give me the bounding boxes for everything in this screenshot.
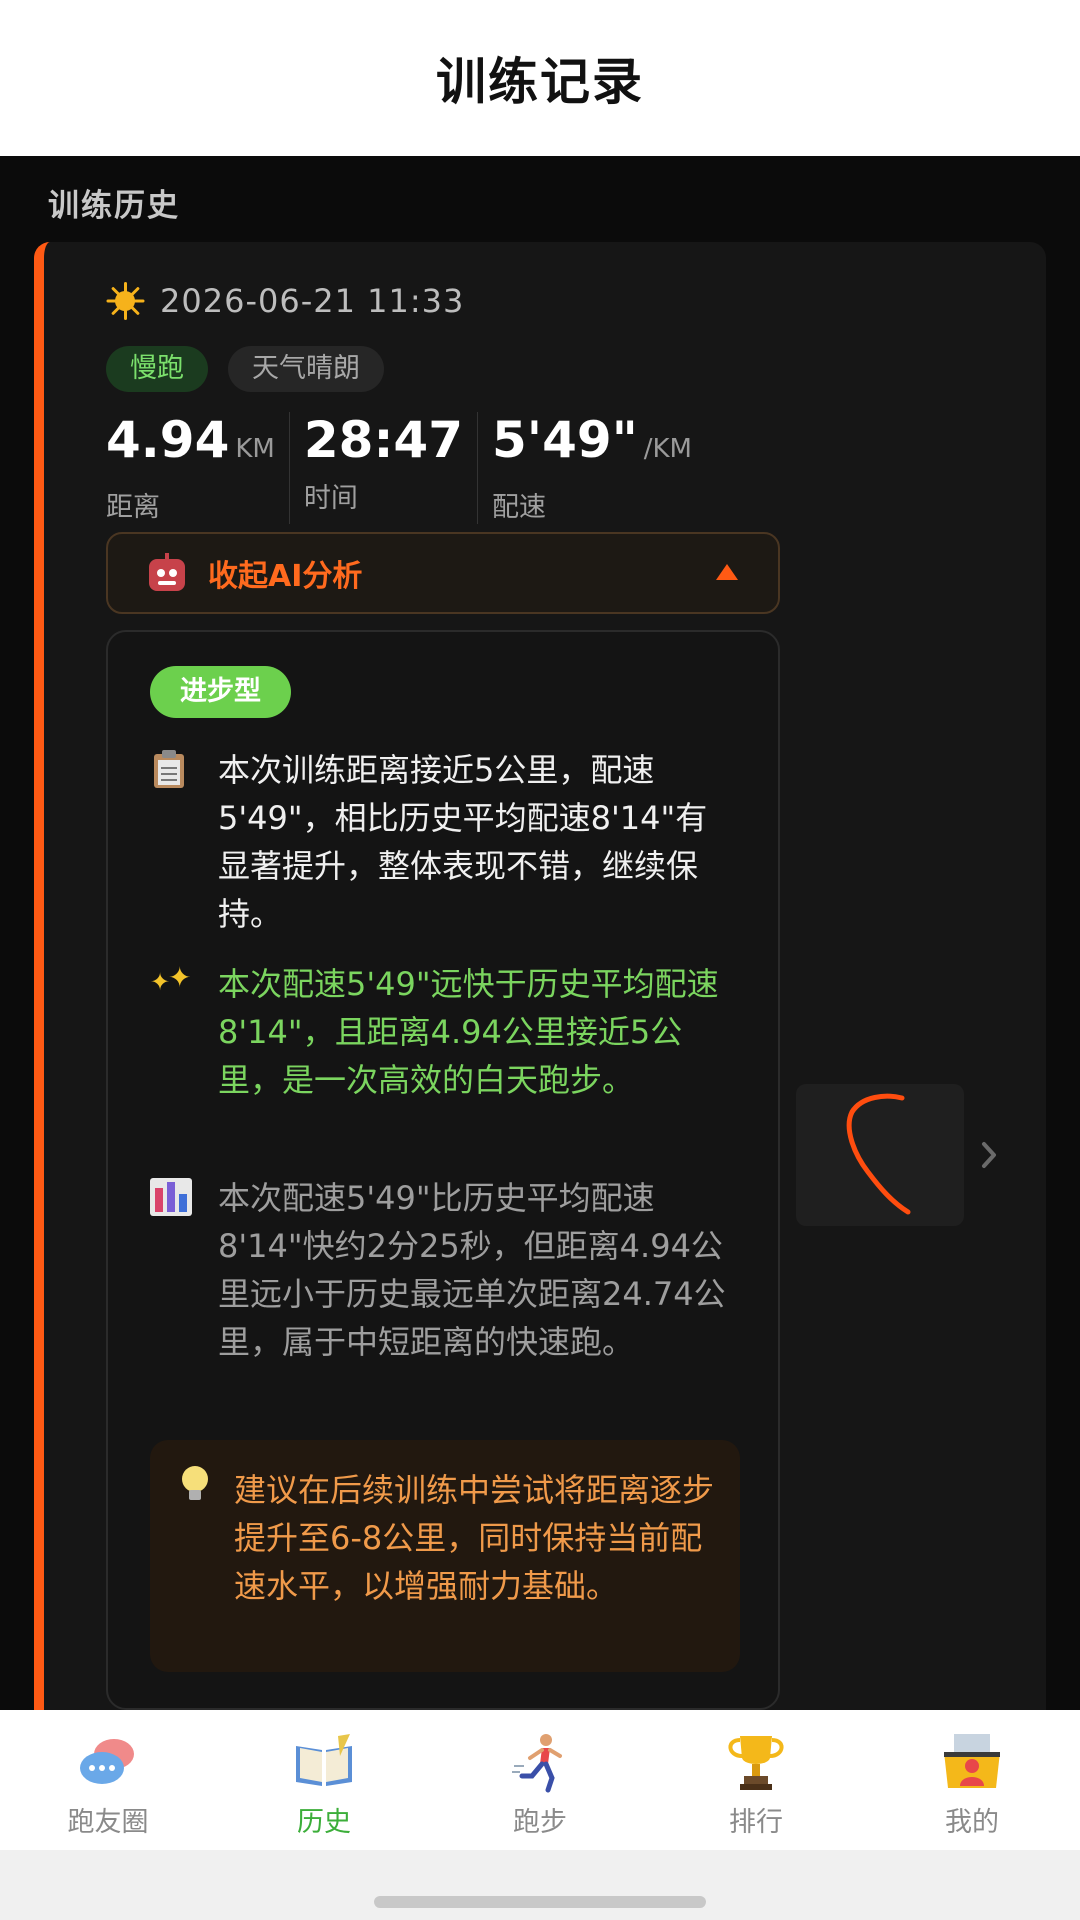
pace-label: 配速 <box>492 492 547 523</box>
page-title: 训练记录 <box>436 53 644 111</box>
distance-unit: KM <box>235 434 275 464</box>
robot-icon <box>146 553 188 593</box>
training-record-card[interactable]: 2026-06-21 11:33 慢跑 天气晴朗 4.94 KM 距离 28:47… <box>34 242 1046 1710</box>
ai-type-badge: 进步型 <box>150 666 291 718</box>
bar-chart-icon <box>150 1178 192 1216</box>
sun-icon <box>106 282 145 320</box>
history-content[interactable]: 训练历史 2026-06-21 11:33 慢跑 天气晴朗 4.94 KM 距离 … <box>0 156 1080 1710</box>
tab-label: 历史 <box>297 1807 351 1838</box>
duration-label: 时间 <box>303 483 358 514</box>
run-type-tag: 慢跑 <box>106 346 208 392</box>
system-home-area <box>0 1850 1080 1920</box>
tab-label: 跑步 <box>513 1807 567 1838</box>
record-stats: 4.94 KM 距离 28:47 时间 5'49"/KM 配速 <box>106 412 720 524</box>
duration-value: 28:47 <box>303 411 464 469</box>
tab-run[interactable]: 跑步 <box>432 1710 648 1850</box>
tab-profile[interactable]: 我的 <box>864 1710 1080 1850</box>
pace-value: 5'49" <box>492 411 638 469</box>
record-tags: 慢跑 天气晴朗 <box>106 346 404 392</box>
distance-stat: 4.94 KM 距离 <box>106 412 290 524</box>
record-datetime: 2026-06-21 11:33 <box>160 282 465 320</box>
record-date-row: 2026-06-21 11:33 <box>106 282 464 320</box>
weather-tag: 天气晴朗 <box>228 346 384 392</box>
runner-icon <box>512 1734 562 1793</box>
tab-label: 排行 <box>729 1807 783 1838</box>
pace-stat: 5'49"/KM 配速 <box>492 412 706 524</box>
ai-summary-item: 本次训练距离接近5公里，配速5'49"，相比历史平均配速8'14"有显著提升，整… <box>150 746 750 938</box>
route-map-thumbnail[interactable] <box>796 1084 964 1226</box>
chat-bubbles-icon <box>80 1739 134 1784</box>
distance-value: 4.94 <box>106 411 230 469</box>
clipboard-icon <box>150 750 188 788</box>
trophy-icon <box>728 1736 784 1790</box>
ai-tip-box: 建议在后续训练中尝试将距离逐步提升至6-8公里，同时保持当前配速水平，以增强耐力… <box>150 1440 740 1672</box>
ai-comparison-item: 本次配速5'49"比历史平均配速8'14"快约2分25秒，但距离4.94公里远小… <box>150 1174 750 1366</box>
duration-stat: 28:47 时间 <box>303 411 479 524</box>
ai-highlight-text: 本次配速5'49"远快于历史平均配速8'14"，且距离4.94公里接近5公里，是… <box>218 965 719 1099</box>
ai-analysis-panel: 进步型 本次训练距离接近5公里，配速5'49"，相比历史平均配速8'14"有显著… <box>106 630 780 1710</box>
pace-unit: /KM <box>643 434 692 464</box>
section-title: 训练历史 <box>48 188 180 224</box>
lightbulb-icon <box>180 1466 210 1506</box>
tab-history[interactable]: 历史 <box>216 1710 432 1850</box>
ai-tip-text: 建议在后续训练中尝试将距离逐步提升至6-8公里，同时保持当前配速水平，以增强耐力… <box>234 1471 715 1605</box>
caret-up-icon <box>716 564 738 580</box>
distance-label: 距离 <box>106 492 160 523</box>
book-icon <box>296 1734 352 1786</box>
tab-ranking[interactable]: 排行 <box>648 1710 864 1850</box>
ai-toggle-label: 收起AI分析 <box>208 559 363 594</box>
route-path-icon <box>846 1093 911 1215</box>
tab-label: 我的 <box>945 1807 999 1838</box>
ai-comparison-text: 本次配速5'49"比历史平均配速8'14"快约2分25秒，但距离4.94公里远小… <box>218 1179 726 1361</box>
home-indicator[interactable] <box>374 1896 706 1908</box>
sparkles-icon: ✦ ✦ <box>150 961 192 996</box>
ai-summary-text: 本次训练距离接近5公里，配速5'49"，相比历史平均配速8'14"有显著提升，整… <box>218 751 708 933</box>
profile-card-icon <box>944 1734 1000 1788</box>
tab-label: 跑友圈 <box>67 1807 149 1838</box>
chevron-right-icon[interactable] <box>980 1140 998 1170</box>
bottom-tab-bar: 跑友圈 历史 跑步 排行 我的 <box>0 1710 1080 1850</box>
top-header: 训练记录 <box>0 0 1080 156</box>
ai-highlight-item: ✦ ✦ 本次配速5'49"远快于历史平均配速8'14"，且距离4.94公里接近5… <box>150 960 750 1104</box>
tab-runner-circle[interactable]: 跑友圈 <box>0 1710 216 1850</box>
ai-analysis-toggle-button[interactable]: 收起AI分析 <box>106 532 780 614</box>
